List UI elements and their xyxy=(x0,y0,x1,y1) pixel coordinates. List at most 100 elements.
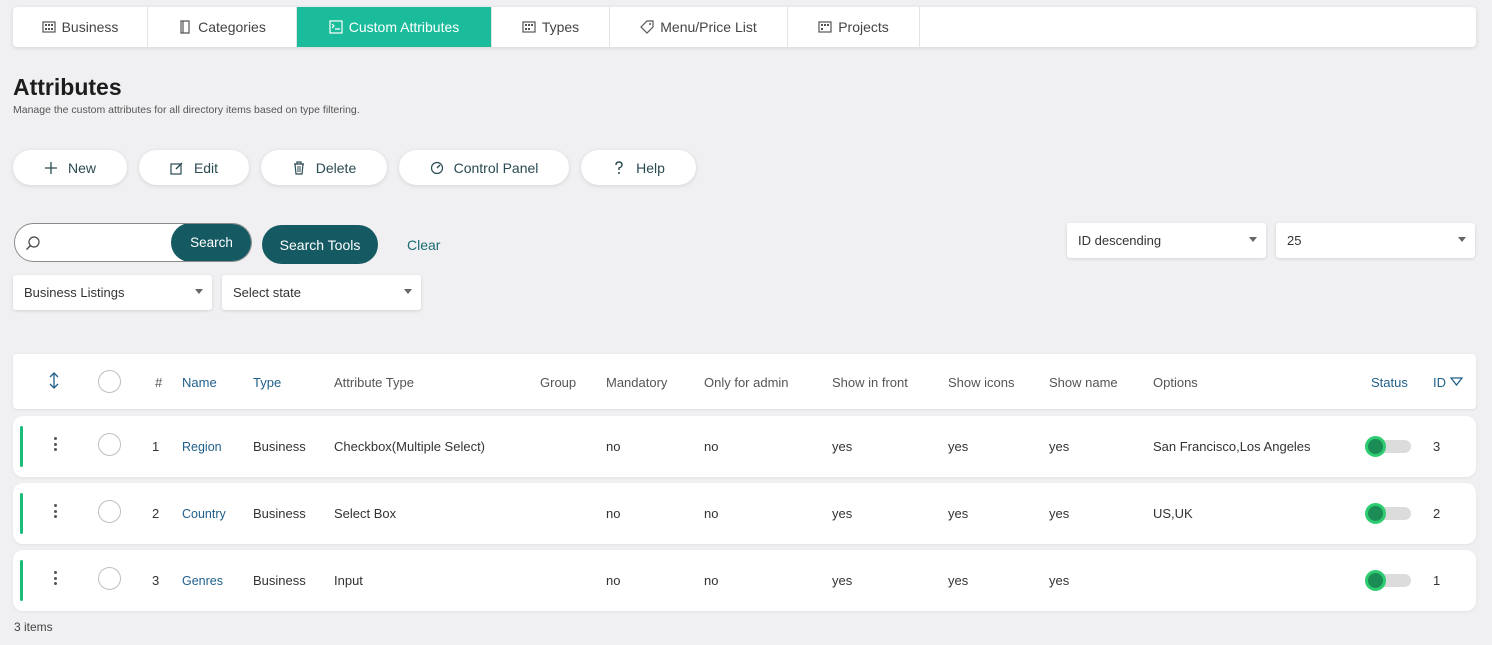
listing-type-select[interactable]: Business Listings xyxy=(13,275,212,310)
row-only-admin: no xyxy=(704,506,719,521)
row-mandatory: no xyxy=(606,439,621,454)
tab-label: Types xyxy=(541,19,580,35)
tab-categories[interactable]: Categories xyxy=(148,7,297,47)
row-only-admin: no xyxy=(704,439,719,454)
book-icon xyxy=(180,20,190,34)
row-show-front: yes xyxy=(832,506,853,521)
table-row[interactable]: 2 Country Business Select Box no no yes … xyxy=(13,483,1476,544)
row-attribute-type: Checkbox(Multiple Select) xyxy=(334,439,486,454)
row-show-icons: yes xyxy=(948,439,969,454)
row-name-link[interactable]: Genres xyxy=(182,574,223,588)
tab-custom-attributes[interactable]: Custom Attributes xyxy=(297,7,492,47)
search-box: Search xyxy=(14,223,252,262)
table-row[interactable]: 1 Region Business Checkbox(Multiple Sele… xyxy=(13,416,1476,477)
items-count: 3 items xyxy=(14,620,53,634)
row-show-icons: yes xyxy=(948,573,969,588)
row-show-name: yes xyxy=(1049,506,1070,521)
trash-icon xyxy=(293,160,304,175)
caret-down-icon xyxy=(195,289,203,294)
header-number: # xyxy=(155,375,163,390)
clear-link[interactable]: Clear xyxy=(407,237,440,253)
row-attribute-type: Select Box xyxy=(334,506,397,521)
control-panel-button[interactable]: Control Panel xyxy=(399,150,569,185)
delete-button[interactable]: Delete xyxy=(261,150,387,185)
row-type: Business xyxy=(253,573,306,588)
row-name-link[interactable]: Country xyxy=(182,507,226,521)
tab-business[interactable]: Business xyxy=(13,7,148,47)
status-toggle[interactable] xyxy=(1365,570,1411,591)
tab-types[interactable]: Types xyxy=(492,7,610,47)
more-vertical-icon[interactable] xyxy=(53,437,57,451)
row-show-front: yes xyxy=(832,439,853,454)
delete-button-label: Delete xyxy=(315,159,357,176)
tab-menu-price-list[interactable]: Menu/Price List xyxy=(610,7,788,47)
new-button-label: New xyxy=(67,159,96,176)
search-button[interactable]: Search xyxy=(171,224,251,261)
tab-bar: Business Categories Custom Attributes Ty… xyxy=(13,7,1476,47)
more-vertical-icon[interactable] xyxy=(53,571,57,585)
select-all-checkbox[interactable] xyxy=(98,370,121,393)
header-id[interactable]: ID xyxy=(1433,375,1463,390)
row-show-name: yes xyxy=(1049,439,1070,454)
ordering-select[interactable]: ID descending xyxy=(1067,223,1266,258)
header-type[interactable]: Type xyxy=(253,375,281,390)
status-toggle[interactable] xyxy=(1365,436,1411,457)
header-show-icons: Show icons xyxy=(948,375,1015,390)
search-icon xyxy=(26,235,40,250)
search-tools-button[interactable]: Search Tools xyxy=(262,225,378,264)
help-button[interactable]: Help xyxy=(581,150,696,185)
projects-icon xyxy=(818,21,832,33)
header-name[interactable]: Name xyxy=(182,375,217,390)
dashboard-icon xyxy=(430,161,443,174)
question-icon xyxy=(615,160,623,174)
row-checkbox[interactable] xyxy=(98,500,121,523)
new-button[interactable]: New xyxy=(13,150,127,185)
attributes-icon xyxy=(329,20,343,34)
plus-icon xyxy=(44,161,57,174)
caret-down-icon xyxy=(404,289,412,294)
types-icon xyxy=(522,21,536,33)
listing-type-select-value: Business Listings xyxy=(24,285,125,300)
row-number: 1 xyxy=(152,439,160,454)
header-mandatory: Mandatory xyxy=(606,375,668,390)
help-button-label: Help xyxy=(636,159,665,176)
row-only-admin: no xyxy=(704,573,719,588)
row-checkbox[interactable] xyxy=(98,567,121,590)
state-select[interactable]: Select state xyxy=(222,275,421,310)
row-type: Business xyxy=(253,439,306,454)
page-title: Attributes xyxy=(13,74,122,100)
row-show-front: yes xyxy=(832,573,853,588)
tag-icon xyxy=(640,20,654,34)
sort-order-icon[interactable] xyxy=(48,372,60,389)
tab-label: Projects xyxy=(838,19,889,35)
caret-down-icon xyxy=(1458,237,1466,242)
limit-select[interactable]: 25 xyxy=(1276,223,1475,258)
tab-projects[interactable]: Projects xyxy=(788,7,920,47)
row-show-name: yes xyxy=(1049,573,1070,588)
edit-button-label: Edit xyxy=(193,159,219,176)
table-row[interactable]: 3 Genres Business Input no no yes yes ye… xyxy=(13,550,1476,611)
table-header: # Name Type Attribute Type Group Mandato… xyxy=(13,354,1476,409)
edit-icon xyxy=(170,162,183,175)
tab-label: Business xyxy=(61,19,119,35)
limit-select-value: 25 xyxy=(1287,233,1302,248)
header-show-name: Show name xyxy=(1049,375,1118,390)
row-name-link[interactable]: Region xyxy=(182,440,222,454)
more-vertical-icon[interactable] xyxy=(53,504,57,518)
row-options: US,UK xyxy=(1153,506,1193,521)
caret-down-icon xyxy=(1249,237,1257,242)
row-mandatory: no xyxy=(606,573,621,588)
header-group: Group xyxy=(540,375,577,390)
row-id: 2 xyxy=(1433,506,1441,521)
header-show-front: Show in front xyxy=(832,375,908,390)
row-indicator xyxy=(20,560,23,601)
header-status[interactable]: Status xyxy=(1371,375,1408,390)
row-number: 2 xyxy=(152,506,160,521)
tab-label: Categories xyxy=(198,19,266,35)
row-attribute-type: Input xyxy=(334,573,363,588)
control-panel-button-label: Control Panel xyxy=(453,159,539,176)
row-checkbox[interactable] xyxy=(98,433,121,456)
status-toggle[interactable] xyxy=(1365,503,1411,524)
edit-button[interactable]: Edit xyxy=(139,150,249,185)
row-show-icons: yes xyxy=(948,506,969,521)
